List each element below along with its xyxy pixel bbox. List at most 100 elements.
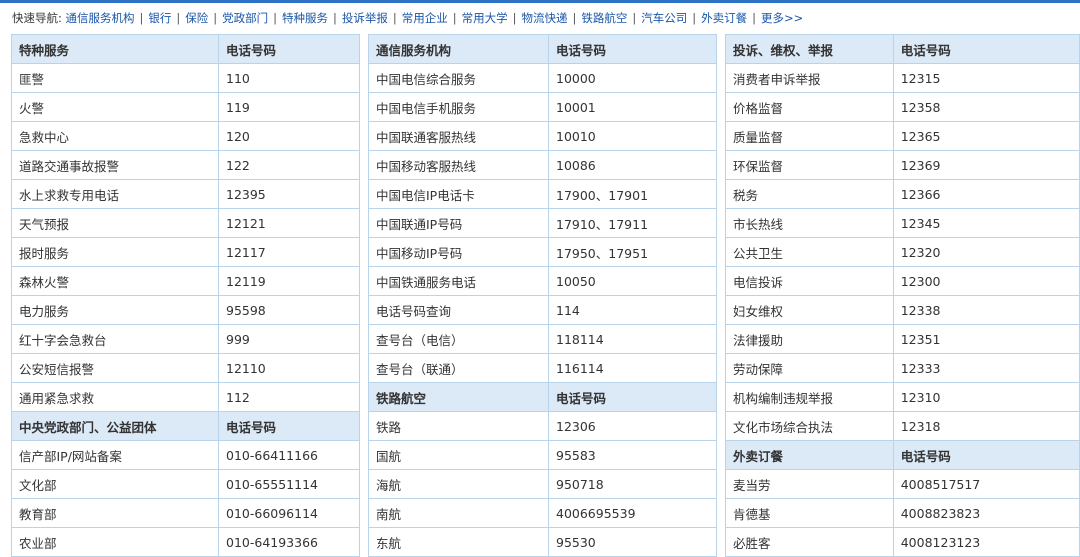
service-name: 铁路	[368, 411, 549, 441]
table-row: 天气预报 12121	[11, 208, 360, 238]
phone-number: 4008123123	[892, 527, 1080, 557]
service-name: 国航	[368, 440, 549, 470]
nav-separator: |	[452, 11, 457, 25]
phone-number: 95598	[218, 295, 360, 325]
table-row: 中国电信手机服务 10001	[368, 92, 717, 122]
table-row: 质量监督 12365	[725, 121, 1080, 151]
phone-number: 114	[548, 295, 717, 325]
phone-number: 12318	[892, 411, 1080, 441]
top-accent-line	[0, 0, 1080, 3]
phone-number: 010-66096114	[218, 498, 360, 528]
service-name: 文化市场综合执法	[725, 411, 894, 441]
phone-column-header: 电话号码	[548, 382, 717, 412]
service-name: 妇女维权	[725, 295, 894, 325]
service-name: 公安短信报警	[11, 353, 219, 383]
service-name: 天气预报	[11, 208, 219, 238]
phone-number: 4008823823	[892, 498, 1080, 528]
category-header: 特种服务	[11, 34, 219, 64]
phone-number: 12117	[218, 237, 360, 267]
table-row: 中国联通IP号码 17910、17911	[368, 208, 717, 238]
service-name: 机构编制违规举报	[725, 382, 894, 412]
phone-number: 12395	[218, 179, 360, 209]
service-name: 中国电信综合服务	[368, 63, 549, 93]
table-row: 国航 95583	[368, 440, 717, 470]
phone-number: 12315	[892, 63, 1080, 93]
phone-number: 4008517517	[892, 469, 1080, 499]
quick-nav-link[interactable]: 投诉举报	[342, 11, 388, 25]
service-name: 环保监督	[725, 150, 894, 180]
table-row: 市长热线 12345	[725, 208, 1080, 238]
phone-directory-table: 投诉、维权、举报 电话号码 消费者申诉举报 12315 价格监督 12358 质量监督 123…	[725, 34, 1080, 557]
phone-column-header: 电话号码	[218, 34, 360, 64]
phone-number: 12365	[892, 121, 1080, 151]
service-name: 价格监督	[725, 92, 894, 122]
phone-number: 010-65551114	[218, 469, 360, 499]
service-name: 信产部IP/网站备案	[11, 440, 219, 470]
table-row: 电信投诉 12300	[725, 266, 1080, 296]
service-name: 必胜客	[725, 527, 894, 557]
service-name: 南航	[368, 498, 549, 528]
table-header-row: 铁路航空 电话号码	[368, 382, 717, 412]
table-row: 森林火警 12119	[11, 266, 360, 296]
quick-nav-link[interactable]: 特种服务	[282, 11, 328, 25]
quick-nav-link[interactable]: 党政部门	[222, 11, 268, 25]
phone-number: 119	[218, 92, 360, 122]
quick-nav-link[interactable]: 外卖订餐	[701, 11, 747, 25]
phone-number: 12345	[892, 208, 1080, 238]
quick-nav-link[interactable]: 物流快递	[522, 11, 568, 25]
service-name: 文化部	[11, 469, 219, 499]
table-row: 机构编制违规举报 12310	[725, 382, 1080, 412]
table-row: 报时服务 12117	[11, 237, 360, 267]
service-name: 公共卫生	[725, 237, 894, 267]
table-row: 水上求救专用电话 12395	[11, 179, 360, 209]
service-name: 中国电信IP电话卡	[368, 179, 549, 209]
quick-nav-link[interactable]: 更多>>	[761, 11, 803, 25]
table-row: 法律援助 12351	[725, 324, 1080, 354]
table-row: 公安短信报警 12110	[11, 353, 360, 383]
phone-number: 10086	[548, 150, 717, 180]
service-name: 劳动保障	[725, 353, 894, 383]
phone-number: 17910、17911	[548, 208, 717, 238]
phone-directory-table: 通信服务机构 电话号码 中国电信综合服务 10000 中国电信手机服务 10001 中国联通…	[368, 34, 717, 557]
phone-number: 17900、17901	[548, 179, 717, 209]
quick-nav-link[interactable]: 汽车公司	[641, 11, 687, 25]
table-header-row: 投诉、维权、举报 电话号码	[725, 34, 1080, 64]
category-header: 中央党政部门、公益团体	[11, 411, 219, 441]
phone-number: 12110	[218, 353, 360, 383]
quick-nav-link[interactable]: 常用大学	[462, 11, 508, 25]
table-row: 匪警 110	[11, 63, 360, 93]
service-name: 中国移动IP号码	[368, 237, 549, 267]
phone-column-header: 电话号码	[218, 411, 360, 441]
quick-nav-link[interactable]: 通信服务机构	[66, 11, 135, 25]
nav-separator: |	[176, 11, 181, 25]
service-name: 电力服务	[11, 295, 219, 325]
table-row: 中国联通客服热线 10010	[368, 121, 717, 151]
table-header-row: 外卖订餐 电话号码	[725, 440, 1080, 470]
phone-number: 12366	[892, 179, 1080, 209]
table-row: 信产部IP/网站备案 010-66411166	[11, 440, 360, 470]
table-row: 东航 95530	[368, 527, 717, 557]
phone-number: 17950、17951	[548, 237, 717, 267]
table-row: 中国电信IP电话卡 17900、17901	[368, 179, 717, 209]
phone-number: 12351	[892, 324, 1080, 354]
service-name: 水上求救专用电话	[11, 179, 219, 209]
service-name: 匪警	[11, 63, 219, 93]
quick-nav-link[interactable]: 保险	[185, 11, 208, 25]
nav-separator: |	[139, 11, 144, 25]
phone-number: 122	[218, 150, 360, 180]
table-row: 通用紧急求救 112	[11, 382, 360, 412]
phone-table-column-3: 投诉、维权、举报 电话号码 消费者申诉举报 12315 价格监督 12358 质量监督 123…	[725, 34, 1080, 557]
table-header-row: 中央党政部门、公益团体 电话号码	[11, 411, 360, 441]
quick-nav-label: 快速导航:	[12, 11, 62, 25]
service-name: 质量监督	[725, 121, 894, 151]
phone-number: 12310	[892, 382, 1080, 412]
phone-column-header: 电话号码	[548, 34, 717, 64]
table-row: 文化部 010-65551114	[11, 469, 360, 499]
service-name: 通用紧急求救	[11, 382, 219, 412]
quick-nav-link[interactable]: 常用企业	[402, 11, 448, 25]
phone-number: 10001	[548, 92, 717, 122]
service-name: 农业部	[11, 527, 219, 557]
quick-nav-link[interactable]: 银行	[148, 11, 171, 25]
quick-nav-link[interactable]: 铁路航空	[581, 11, 627, 25]
table-row: 劳动保障 12333	[725, 353, 1080, 383]
